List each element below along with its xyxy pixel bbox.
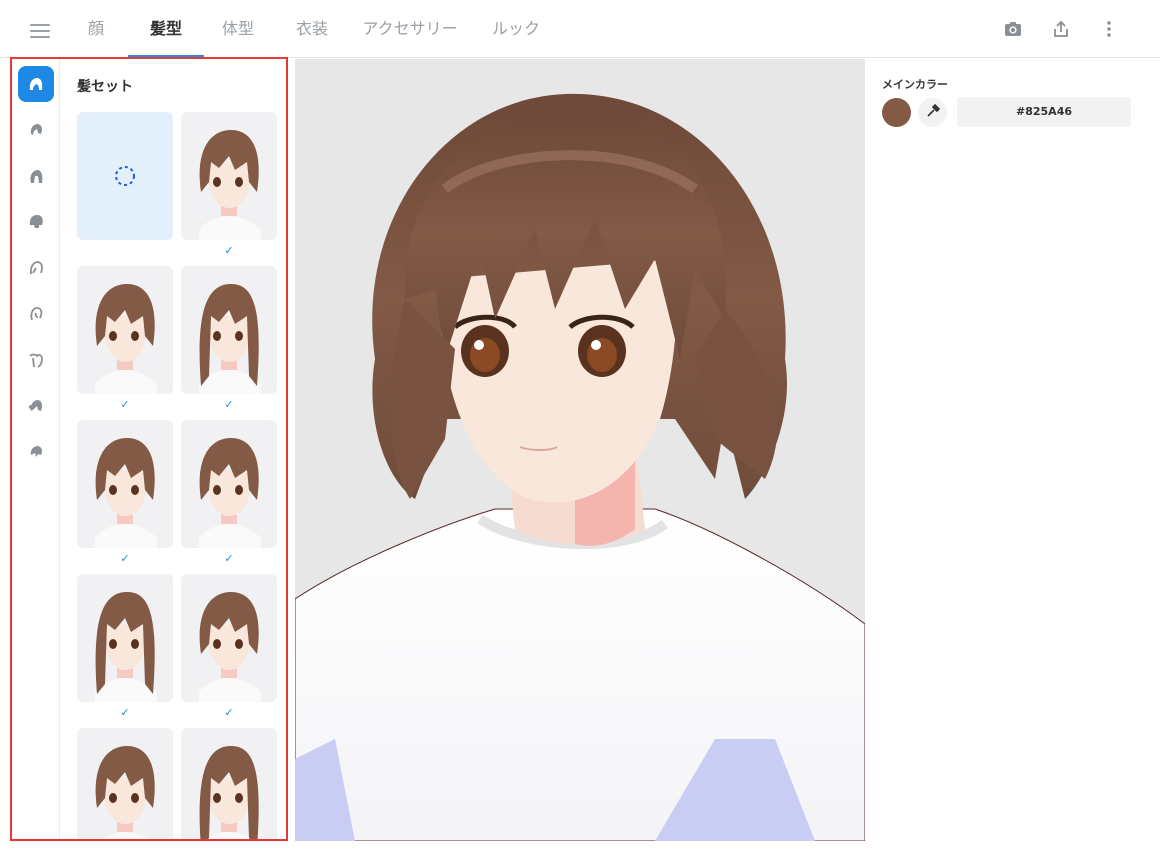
side-hair-icon[interactable]: [18, 250, 54, 286]
back-hair-icon[interactable]: [18, 158, 54, 194]
hair-set-thumbnail[interactable]: [77, 574, 173, 702]
category-tabs: 顔 髪型 体型 衣装 アクセサリー ルック: [78, 0, 544, 58]
owned-check-icon: ✓: [224, 244, 234, 257]
hair-set-thumbnail[interactable]: [181, 574, 277, 702]
hair-set-thumbnail[interactable]: [77, 266, 173, 394]
front-hair-icon[interactable]: [18, 112, 54, 148]
hair-category-rail: [10, 58, 60, 840]
owned-check-icon: ✓: [224, 398, 234, 411]
more-vert-icon[interactable]: [1098, 18, 1120, 40]
hair-set-thumbnail[interactable]: [181, 266, 277, 394]
eyedropper-button[interactable]: [918, 98, 947, 127]
tab-body[interactable]: 体型: [214, 0, 262, 58]
top-navigation: 顔 髪型 体型 衣装 アクセサリー ルック: [0, 0, 1160, 58]
menu-icon[interactable]: [30, 24, 50, 38]
eyedropper-icon: [926, 103, 940, 122]
tab-outfit[interactable]: 衣装: [288, 0, 336, 58]
owned-check-icon: ✓: [120, 552, 130, 565]
owned-check-icon: ✓: [224, 552, 234, 565]
main-color-label: メインカラー: [882, 78, 948, 91]
owned-check-icon: ✓: [120, 398, 130, 411]
camera-icon[interactable]: [1002, 18, 1024, 40]
panel-title: 髪セット: [77, 79, 133, 95]
avatar-preview[interactable]: [295, 59, 865, 841]
hair-set-panel: 髪セット ✓ ✓ ✓ ✓ ✓ ✓ ✓: [61, 58, 287, 840]
bun-icon[interactable]: [18, 388, 54, 424]
full-hair-icon[interactable]: [18, 204, 54, 240]
share-icon[interactable]: [1050, 18, 1072, 40]
hair-set-thumbnail[interactable]: [181, 420, 277, 548]
hair-set-thumbnail[interactable]: [77, 420, 173, 548]
hair-set-thumbnail[interactable]: [77, 728, 173, 840]
owned-check-icon: ✓: [224, 706, 234, 719]
ahoge-icon[interactable]: [18, 296, 54, 332]
tab-hairstyle[interactable]: 髪型: [128, 0, 204, 58]
hair-none-option[interactable]: [77, 112, 173, 240]
hair-set-thumbnail[interactable]: [181, 728, 277, 840]
main-color-swatch[interactable]: [882, 98, 911, 127]
color-panel: メインカラー #825A46: [866, 59, 1160, 855]
hair-set-thumbnail[interactable]: [181, 112, 277, 240]
hair-accessory-icon[interactable]: [18, 342, 54, 378]
hair-set-icon[interactable]: [18, 66, 54, 102]
hex-color-input[interactable]: #825A46: [957, 97, 1131, 127]
tab-accessory[interactable]: アクセサリー: [362, 0, 458, 58]
tab-look[interactable]: ルック: [488, 0, 544, 58]
owned-check-icon: ✓: [120, 706, 130, 719]
tab-face[interactable]: 顔: [78, 0, 114, 58]
extra-hair-icon[interactable]: [18, 434, 54, 470]
